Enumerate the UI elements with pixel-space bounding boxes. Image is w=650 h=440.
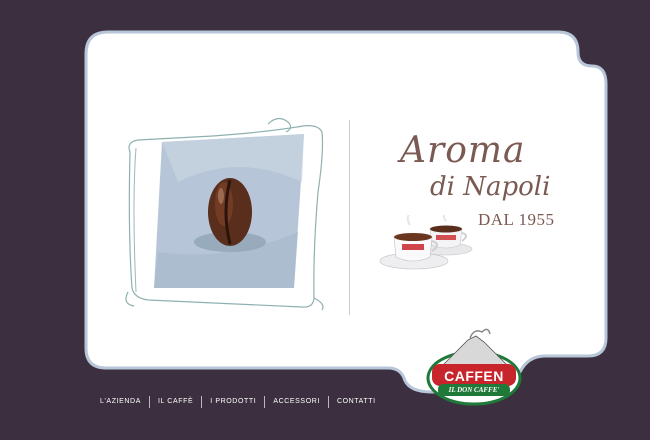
nav-azienda[interactable]: L'AZIENDA [92,394,149,410]
headline-napoli: di Napoli [430,172,551,202]
coffee-bean-illustration [125,117,324,311]
center-divider [349,120,350,315]
nav-accessori[interactable]: ACCESSORI [265,394,328,410]
nav-caffe[interactable]: IL CAFFÈ [150,394,201,410]
nav-prodotti[interactable]: I PRODOTTI [202,394,264,410]
headline-aroma: Aroma [400,130,526,171]
logo-tagline: IL DON CAFFE' [448,386,500,394]
page: Aroma di Napoli DAL 1955 CAFFEN IL DON C… [0,0,650,440]
headline-since: DAL 1955 [478,210,555,229]
main-nav: L'AZIENDA IL CAFFÈ I PRODOTTI ACCESSORI … [92,394,384,410]
nav-contatti[interactable]: CONTATTI [329,394,384,410]
logo-brand: CAFFEN [444,368,504,384]
espresso-cups [379,215,473,270]
brand-logo[interactable]: CAFFEN IL DON CAFFE' [424,328,524,408]
